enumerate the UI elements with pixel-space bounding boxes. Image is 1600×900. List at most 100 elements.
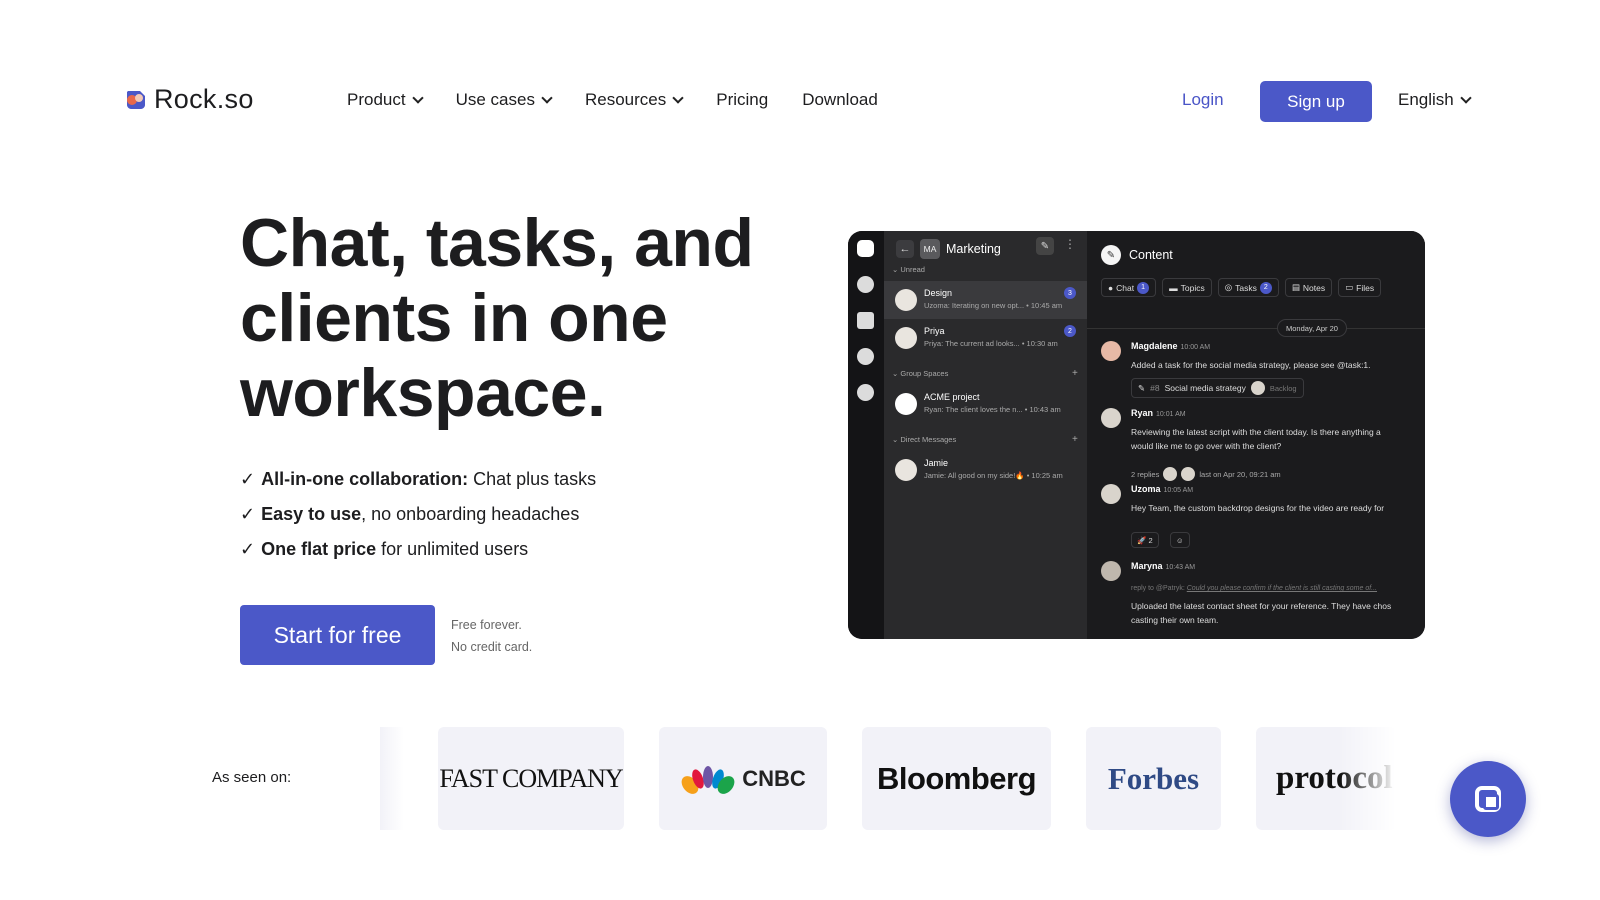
author-name: Magdalene xyxy=(1131,341,1178,351)
conversation-name: Priya xyxy=(924,326,945,336)
chevron-down-icon xyxy=(541,91,553,104)
check-icon: ✓ xyxy=(240,469,256,489)
task-status: Backlog xyxy=(1269,383,1297,393)
avatar xyxy=(1250,381,1265,395)
nav-resources[interactable]: Resources xyxy=(584,90,684,110)
date-pill: Monday, Apr 20 xyxy=(1277,319,1347,337)
signup-button[interactable]: Sign up xyxy=(1260,81,1372,122)
message-author: Uzoma 10:05 AM xyxy=(1131,484,1193,494)
message-line: Reviewing the latest script with the cli… xyxy=(1131,427,1381,437)
message-time: 10:00 AM xyxy=(1180,344,1211,351)
author-name: Uzoma xyxy=(1131,484,1161,494)
topics-icon: ▬ xyxy=(1169,282,1178,293)
logo-protocol: protocol xyxy=(1256,727,1396,830)
timer-icon xyxy=(857,384,874,401)
nav-use-cases[interactable]: Use cases xyxy=(456,90,553,110)
feature-item: ✓ All-in-one collaboration: Chat plus tas… xyxy=(240,462,596,497)
conversation-item: Design Uzoma: Iterating on new opt... • … xyxy=(884,281,1087,319)
reply-quote: reply to @Patryk: Could you please confi… xyxy=(1131,585,1377,592)
tab-files: ▭ Files xyxy=(1338,278,1382,297)
message-author: Maryna 10:43 AM xyxy=(1131,561,1195,571)
reply-prefix: reply to @Patryk: xyxy=(1131,585,1185,592)
date-divider xyxy=(1087,328,1425,329)
feature-text: for unlimited users xyxy=(376,539,529,559)
tab-tasks: ◎ Tasks 2 xyxy=(1217,278,1279,297)
plus-icon: + xyxy=(1072,368,1078,379)
message-time: 10:01 AM xyxy=(1156,411,1186,418)
avatar xyxy=(895,289,917,311)
reply-count: 2 replies xyxy=(1131,469,1160,479)
reply-quote-text: Could you please confirm if the client i… xyxy=(1186,585,1378,592)
login-link[interactable]: Login xyxy=(1182,90,1224,110)
chat-widget-icon xyxy=(1475,786,1501,812)
nav-pricing-label: Pricing xyxy=(716,90,769,109)
rock-logo-icon xyxy=(124,88,148,112)
space-avatar: MA xyxy=(920,239,940,259)
nav-product[interactable]: Product xyxy=(347,90,424,110)
app-rail xyxy=(848,231,884,639)
feature-list: ✓ All-in-one collaboration: Chat plus tas… xyxy=(240,462,596,567)
list-icon xyxy=(857,276,874,293)
avatar xyxy=(1101,341,1121,361)
feature-bold: All-in-one collaboration: xyxy=(261,469,469,489)
logo-bloomberg: Bloomberg xyxy=(862,727,1051,830)
space-header: ← MA Marketing xyxy=(896,239,1001,259)
author-name: Maryna xyxy=(1131,561,1163,571)
main-nav: Product Use cases Resources Pricing Down… xyxy=(347,90,878,110)
message-time: 10:05 AM xyxy=(1163,487,1194,494)
tab-chat: ● Chat 1 xyxy=(1101,278,1157,297)
logo-fast-company: FAST COMPANY xyxy=(438,727,624,830)
tab-label: Topics xyxy=(1180,282,1205,293)
cta-note: Free forever. No credit card. xyxy=(451,614,532,658)
chat-widget-button[interactable] xyxy=(1450,761,1526,837)
task-tag: #8 xyxy=(1150,383,1160,393)
channel-name: Content xyxy=(1129,248,1173,262)
space-name: Marketing xyxy=(946,242,1001,256)
gamepad-icon xyxy=(857,348,874,365)
start-free-button[interactable]: Start for free xyxy=(240,605,435,665)
tab-badge: 2 xyxy=(1259,281,1272,294)
logo-text: FAST COMPANY xyxy=(439,763,623,793)
nbc-peacock-icon xyxy=(680,763,736,795)
chat-bubble-icon: ● xyxy=(1108,282,1114,293)
add-reaction-icon: ☺ xyxy=(1170,532,1190,548)
note-icon: ▤ xyxy=(1291,282,1300,292)
avatar xyxy=(895,393,917,415)
logo-cnbc: CNBC xyxy=(659,727,827,830)
section-unread: ⌄ Unread xyxy=(892,265,925,274)
author-name: Ryan xyxy=(1131,408,1154,418)
logo-forbes: Forbes xyxy=(1086,727,1221,830)
logo-text: Forbes xyxy=(1107,760,1200,796)
carousel-fade xyxy=(380,727,404,830)
tab-label: Notes xyxy=(1302,282,1326,293)
channel-tabs: ● Chat 1 ▬ Topics ◎ Tasks 2 ▤ Notes ▭ Files xyxy=(1101,278,1382,297)
tab-notes: ▤ Notes xyxy=(1284,278,1333,297)
document-icon xyxy=(857,312,874,329)
language-label: English xyxy=(1398,90,1454,109)
unread-badge: 2 xyxy=(1064,325,1076,337)
task-chip: ✎ #8 Social media strategy Backlog xyxy=(1131,378,1304,398)
reaction-count: 2 xyxy=(1148,535,1153,545)
as-seen-on-label: As seen on: xyxy=(212,769,292,786)
conversation-preview: Ryan: The client loves the n... • 10:43 … xyxy=(924,405,1061,414)
reply-last: last on Apr 20, 09:21 am xyxy=(1199,469,1281,479)
nav-pricing[interactable]: Pricing xyxy=(716,90,768,110)
message-line: Uploaded the latest contact sheet for yo… xyxy=(1131,601,1392,611)
avatar xyxy=(1181,467,1196,481)
feature-text: Chat plus tasks xyxy=(468,469,597,489)
nav-resources-label: Resources xyxy=(584,90,667,109)
conversation-name: Design xyxy=(924,288,953,298)
landing-page: Rock.so Product Use cases Resources Pric… xyxy=(0,0,1600,900)
message-text: Reviewing the latest script with the cli… xyxy=(1131,425,1425,453)
check-icon: ✓ xyxy=(240,539,256,559)
conversation-preview: Uzoma: Iterating on new opt... • 10:45 a… xyxy=(924,301,1063,310)
cta-note-line: Free forever. xyxy=(451,618,522,632)
channel-view: ✎ Content ● Chat 1 ▬ Topics ◎ Tasks 2 ▤ Notes … xyxy=(1087,231,1425,639)
logo-text: protocol xyxy=(1276,760,1393,796)
logo-text: CNBC xyxy=(742,765,806,791)
brand-logo[interactable]: Rock.so xyxy=(124,84,254,115)
nav-download[interactable]: Download xyxy=(802,90,878,110)
language-selector[interactable]: English xyxy=(1398,90,1472,110)
logo-text: Bloomberg xyxy=(876,760,1037,796)
more-vertical-icon: ⋮ xyxy=(1064,237,1076,251)
